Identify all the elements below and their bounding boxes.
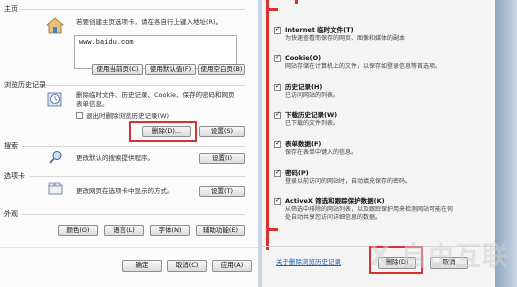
- tabs-settings-button[interactable]: 设置(T): [199, 186, 245, 197]
- activex-filtering-desc-line1: 从筛选中排除的网站列表，以及跟踪保护用来检测网站可能在何: [285, 206, 454, 213]
- form-data-checkbox[interactable]: [274, 139, 281, 148]
- apply-button[interactable]: 应用(A): [212, 260, 252, 272]
- colors-button[interactable]: 颜色(O): [58, 225, 98, 236]
- cookies-desc: 网站存储在计算机上的文件，以保存如登录信息等首选项。: [285, 63, 442, 70]
- use-blank-button[interactable]: 使用空白页(B): [198, 64, 245, 75]
- watermark: X 自由互联: [369, 242, 509, 272]
- ok-button[interactable]: 确定: [122, 260, 162, 272]
- tabs-icon: [48, 182, 63, 195]
- highlight-tick: [266, 8, 278, 11]
- download-history-title: 下载历史记录(W): [285, 111, 338, 119]
- form-data-desc: 保存在表单中键入的信息。: [285, 149, 358, 156]
- divider: [30, 176, 245, 177]
- history-section-title: 浏览历史记录: [4, 81, 46, 89]
- divider: [22, 214, 245, 215]
- activex-filtering-desc-line2: 处自动共享您访问详细信息的数据。: [285, 214, 382, 221]
- cookies-title: Cookie(O): [285, 54, 322, 62]
- passwords-desc: 登录以前访问的网站时，自动填充保存的密码。: [285, 178, 412, 185]
- history-icon: [47, 92, 62, 107]
- activex-filtering-title: ActiveX 筛选和跟踪保护数据(K): [285, 197, 385, 205]
- history-title: 历史记录(H): [285, 83, 323, 91]
- appearance-section-title: 外观: [4, 210, 18, 218]
- divider: [20, 9, 245, 10]
- internet-options-general-tab: 主页 若要创建主页选项卡，请在各自行上键入地址(R)。 www.baidu.co…: [0, 0, 258, 287]
- activex-filtering-checkbox[interactable]: [274, 196, 281, 205]
- house-icon: [46, 17, 64, 34]
- highlight-top-edge: [295, 0, 298, 4]
- download-history-checkbox[interactable]: [274, 110, 281, 119]
- accessibility-button[interactable]: 辅助功能(E): [196, 225, 245, 236]
- download-history-desc: 已下载的文件列表。: [285, 120, 340, 127]
- history-checkbox[interactable]: [274, 82, 281, 91]
- tabs-section-title: 选项卡: [4, 172, 25, 180]
- history-settings-button[interactable]: 设置(S): [199, 126, 245, 137]
- highlight-tick: [266, 228, 278, 231]
- history-description-line2: 表单信息。: [76, 100, 109, 108]
- highlight-box: [129, 121, 197, 142]
- delete-on-exit-checkbox[interactable]: [76, 112, 83, 119]
- fonts-button[interactable]: 字体(N): [150, 225, 190, 236]
- languages-button[interactable]: 语言(L): [104, 225, 144, 236]
- passwords-title: 密码(P): [285, 169, 309, 177]
- search-description: 更改默认的搜索提供程序。: [76, 154, 154, 162]
- cookies-checkbox[interactable]: [274, 53, 281, 62]
- highlight-bar: [266, 0, 269, 250]
- cancel-button[interactable]: 取消(C): [167, 260, 207, 272]
- use-default-button[interactable]: 使用默认值(F): [145, 64, 196, 75]
- search-icon: [49, 151, 62, 164]
- footer-divider: [0, 247, 258, 248]
- temp-files-desc: 为快速查看而保存的网页、图像和媒体的副本: [285, 35, 406, 42]
- passwords-checkbox[interactable]: [274, 168, 281, 177]
- use-current-button[interactable]: 使用当前页(C): [92, 64, 143, 75]
- homepage-section-title: 主页: [4, 5, 18, 13]
- search-section-title: 搜索: [4, 142, 18, 150]
- temp-files-title: Internet 临时文件(T): [285, 26, 354, 34]
- divider: [46, 85, 245, 86]
- temp-files-checkbox[interactable]: [274, 25, 281, 34]
- delete-on-exit-label: 退出时删除浏览历史记录(W): [86, 112, 169, 120]
- divider: [22, 146, 245, 147]
- homepage-description: 若要创建主页选项卡，请在各自行上键入地址(R)。: [76, 18, 223, 26]
- search-settings-button[interactable]: 设置(I): [199, 153, 245, 164]
- tabs-description: 更改网页在选项卡中显示的方式。: [76, 187, 174, 195]
- form-data-title: 表单数据(F): [285, 140, 322, 148]
- history-description-line1: 删除临时文件、历史记录、Cookie、保存的密码和网页: [76, 91, 235, 99]
- about-deleting-history-link[interactable]: 关于删除浏览历史记录: [276, 259, 341, 266]
- history-desc: 已访问网站的列表。: [285, 92, 340, 99]
